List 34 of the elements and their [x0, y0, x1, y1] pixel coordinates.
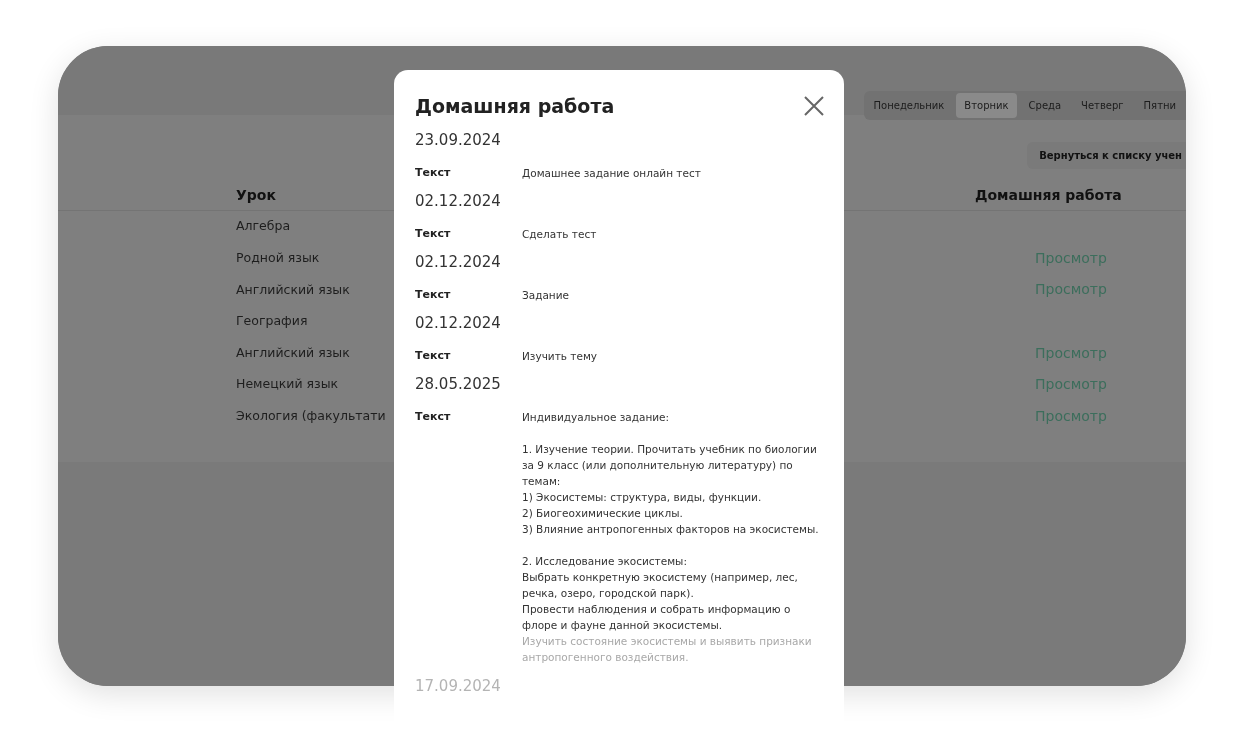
- homework-text: Изучить тему: [522, 349, 599, 364]
- homework-date: 23.09.2024: [415, 129, 502, 151]
- homework-text: Сделать тест: [522, 227, 598, 242]
- back-button[interactable]: Вернуться к списку учен: [1027, 142, 1186, 169]
- table-cell-text: Немецкий язык: [236, 375, 339, 394]
- homework-date: 02.12.2024: [415, 312, 502, 334]
- day-tab[interactable]: Понедельник: [865, 93, 953, 118]
- field-label: Текст: [415, 409, 452, 425]
- column-header: Урок: [236, 186, 276, 205]
- day-tab[interactable]: Четверг: [1073, 93, 1132, 118]
- homework-text: Домашнее задание онлайн тест: [522, 166, 702, 181]
- table-cell-text: Родной язык: [236, 249, 320, 267]
- close-icon[interactable]: [803, 95, 825, 118]
- faded-text: Изучить состояние экосистемы и выявить признаки антропогенного воздействия.: [522, 634, 813, 665]
- homework-text: Задание: [522, 288, 570, 303]
- table-cell-text: Экология (факультати: [236, 407, 386, 425]
- homework-date: 02.12.2024: [415, 190, 502, 212]
- field-label: Текст: [415, 348, 452, 364]
- column-header: Домашняя работа: [974, 186, 1122, 205]
- field-label: Текст: [415, 287, 452, 303]
- homework-date: 28.05.2025: [415, 373, 502, 395]
- field-label: Текст: [415, 165, 452, 181]
- table-cell-text: Английский язык: [236, 280, 350, 299]
- table-cell-text: Английский язык: [236, 343, 350, 362]
- table-cell: География: [236, 312, 308, 331]
- table-cell-text: Алгебра: [236, 217, 291, 236]
- day-tab[interactable]: Среда: [1020, 93, 1070, 118]
- field-label: Текст: [415, 226, 452, 242]
- day-tab[interactable]: Вторник: [956, 93, 1017, 118]
- day-tab[interactable]: Пятни: [1135, 93, 1184, 118]
- dialog-title: Домашняя работа: [415, 94, 615, 119]
- homework-date: 02.12.2024: [415, 251, 502, 273]
- homework-text: Индивидуальное задание: 1. Изучение теории. Прочитать учебник по биологии за 9 класс (или дополнительную литературу) по темам: 1) Экосистемы: структура, виды, функции. 2) Биогеохимические циклы. 3) Влияние антропогенных факторов на экосистемы. 2. Исследование экосистемы: Выбрать конкретную экосистему (например, лес, речка, озеро, городской парк). Провести наблюдения и собрать информацию о флоре и фауне данной экосистемы.: [522, 410, 820, 633]
- homework-date: 17.09.2024: [415, 676, 502, 697]
